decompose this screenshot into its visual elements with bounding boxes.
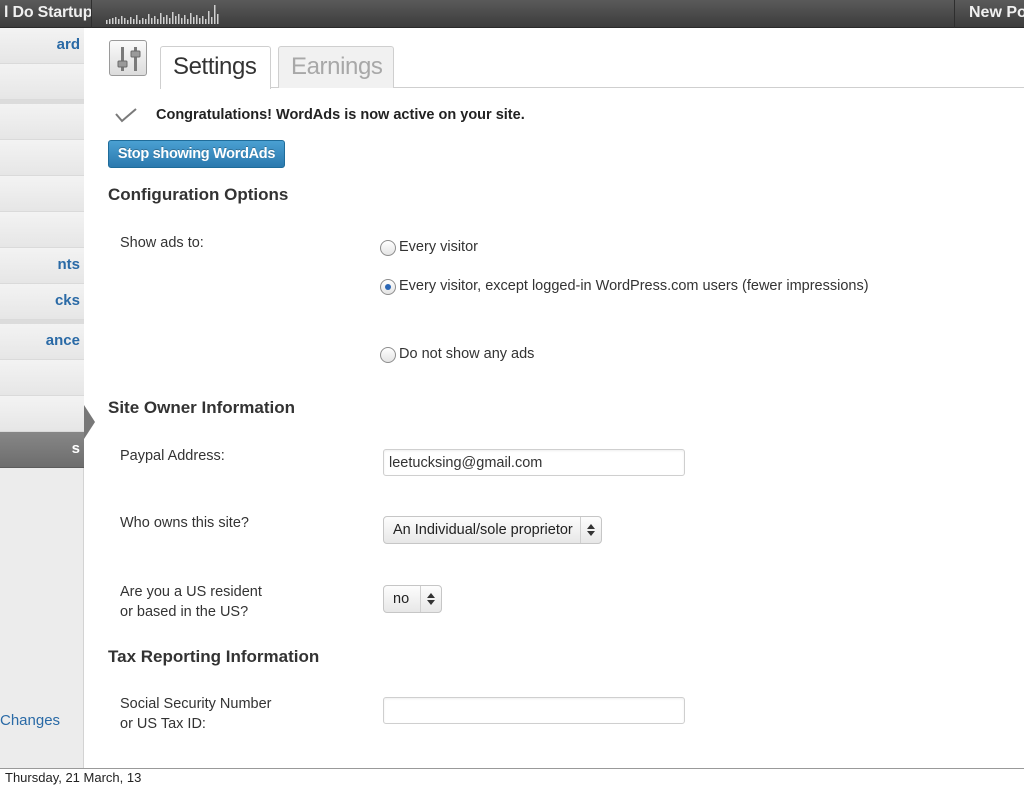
checkmark-icon <box>115 108 137 123</box>
current-menu-arrow <box>84 405 95 439</box>
tab-settings[interactable]: Settings <box>160 46 271 89</box>
radio-label[interactable]: Every visitor, except logged-in WordPres… <box>399 278 869 294</box>
site-owner-heading: Site Owner Information <box>108 398 296 417</box>
ssn-tax-id-input[interactable] <box>383 697 685 724</box>
sidebar-item-label: s <box>71 440 80 457</box>
sidebar-item-settings-current[interactable]: s <box>0 432 84 468</box>
who-owns-label: Who owns this site? <box>120 515 249 531</box>
sidebar-item-feedbacks[interactable]: cks <box>0 284 84 320</box>
ssn-label-line2: or US Tax ID: <box>120 716 206 732</box>
paypal-address-input[interactable] <box>383 449 685 476</box>
notice-text: Congratulations! WordAds is now active o… <box>156 107 525 123</box>
who-owns-selected-value: An Individual/sole proprietor <box>393 522 573 538</box>
sidebar-item-changes[interactable]: Changes <box>0 704 84 740</box>
sidebar-item-dashboard[interactable]: ard <box>0 28 84 64</box>
up-down-arrows-icon <box>587 524 595 536</box>
sidebar-item-label: nts <box>57 256 81 273</box>
select-divider <box>420 586 421 612</box>
sidebar-item-label: Changes <box>0 712 61 729</box>
who-owns-select[interactable]: An Individual/sole proprietor <box>383 516 602 544</box>
sidebar-item-comments[interactable]: nts <box>0 248 84 284</box>
sidebar-item-appearance[interactable]: ance <box>0 324 84 360</box>
sidebar-item-blank-6[interactable] <box>0 360 84 396</box>
admin-bar: l Do Startup New Pos <box>0 0 1024 28</box>
sidebar-item-blank-1[interactable] <box>0 64 84 100</box>
tab-earnings[interactable]: Earnings <box>278 46 394 88</box>
settings-sliders-icon <box>109 40 147 76</box>
main-content: Settings Earnings Congratulations! WordA… <box>96 28 1024 768</box>
radio-button[interactable] <box>380 347 396 363</box>
radio-button-checked[interactable] <box>380 279 396 295</box>
us-resident-select[interactable]: no <box>383 585 442 613</box>
sidebar-item-blank-4[interactable] <box>0 176 84 212</box>
sidebar-item-label: ance <box>45 332 80 349</box>
stats-sparkline-icon[interactable] <box>104 3 228 25</box>
up-down-arrows-icon <box>427 593 435 605</box>
configuration-options-heading: Configuration Options <box>108 185 289 204</box>
radio-button[interactable] <box>380 240 396 256</box>
slide-date-caption: Thursday, 21 March, 13 <box>0 768 1024 788</box>
admin-sidebar: ard nts cks ance s Changes <box>0 28 84 768</box>
select-divider <box>580 517 581 543</box>
radio-label[interactable]: Do not show any ads <box>399 346 534 362</box>
us-resident-label-line2: or based in the US? <box>120 604 249 620</box>
tax-reporting-heading: Tax Reporting Information <box>108 647 320 666</box>
sidebar-item-label: cks <box>54 292 80 309</box>
sidebar-item-blank-7[interactable] <box>0 396 84 432</box>
new-post-link[interactable]: New Pos <box>954 0 1024 28</box>
us-resident-label-line1: Are you a US resident <box>120 584 262 600</box>
us-resident-selected-value: no <box>393 591 410 607</box>
site-name-link[interactable]: l Do Startup <box>0 0 92 28</box>
stop-showing-wordads-button[interactable]: Stop showing WordAds <box>108 140 285 168</box>
ssn-label-line1: Social Security Number <box>120 696 272 712</box>
sidebar-item-blank-2[interactable] <box>0 104 84 140</box>
paypal-label: Paypal Address: <box>120 448 225 464</box>
sidebar-item-label: ard <box>56 36 80 53</box>
sidebar-item-blank-3[interactable] <box>0 140 84 176</box>
radio-label[interactable]: Every visitor <box>399 239 478 255</box>
sidebar-item-blank-5[interactable] <box>0 212 84 248</box>
show-ads-label: Show ads to: <box>120 235 204 251</box>
